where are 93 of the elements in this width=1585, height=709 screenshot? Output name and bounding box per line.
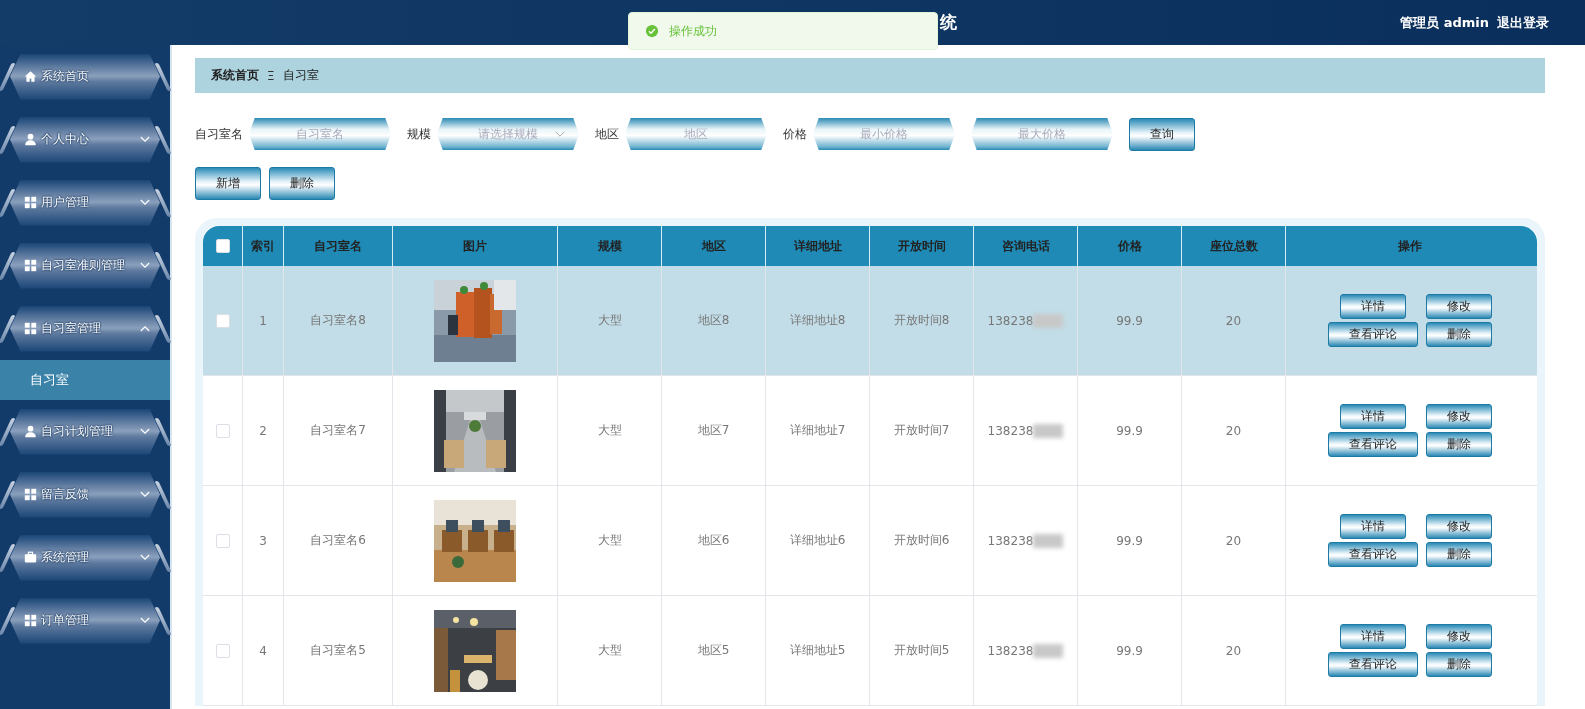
row-action-button[interactable]: 修改 xyxy=(1425,624,1492,649)
row-action-button[interactable]: 查看评论 xyxy=(1327,542,1418,567)
table-cell: 20 xyxy=(1225,533,1242,548)
grid-icon xyxy=(24,488,37,501)
row-action-button[interactable]: 详情 xyxy=(1339,404,1406,429)
table-cell: 自习室名7 xyxy=(310,422,366,439)
table-cell: 20 xyxy=(1225,643,1242,658)
row-checkbox[interactable] xyxy=(215,423,230,438)
column-header: 操作 xyxy=(1396,237,1423,255)
system-title: 统 xyxy=(940,11,957,34)
table-cell: 开放时间5 xyxy=(893,642,950,659)
table-cell: 地区7 xyxy=(697,422,730,439)
row-action-button[interactable]: 删除 xyxy=(1425,322,1492,347)
breadcrumb-link[interactable]: 系统首页 xyxy=(211,67,259,84)
table-cell: 3 xyxy=(259,533,267,548)
table-cell: 99.9 xyxy=(1116,643,1143,658)
table-cell: 4 xyxy=(259,643,267,658)
table-cell: 138238 xyxy=(987,533,1034,548)
table-cell: 开放时间7 xyxy=(893,422,950,439)
table-cell: 地区6 xyxy=(697,532,730,549)
row-action-button[interactable]: 详情 xyxy=(1339,294,1406,319)
grid-icon xyxy=(24,196,37,209)
table-cell: 大型 xyxy=(597,642,622,659)
table-cell: 详细地址8 xyxy=(789,312,846,329)
grid-icon xyxy=(24,614,37,627)
person-icon xyxy=(24,425,37,438)
row-action-button[interactable]: 删除 xyxy=(1425,542,1492,567)
row-action-button[interactable]: 修改 xyxy=(1425,514,1492,539)
search-button[interactable]: 查询 xyxy=(1129,117,1195,151)
row-checkbox[interactable] xyxy=(215,643,230,658)
table-cell: 99.9 xyxy=(1116,533,1143,548)
row-checkbox[interactable] xyxy=(215,533,230,548)
row-action-button[interactable]: 查看评论 xyxy=(1327,432,1418,457)
table-cell: 详细地址7 xyxy=(789,422,846,439)
table-cell: 自习室名8 xyxy=(310,312,366,329)
table-cell: 20 xyxy=(1225,313,1242,328)
table-cell: 详细地址5 xyxy=(789,642,846,659)
row-action-button[interactable]: 查看评论 xyxy=(1327,322,1418,347)
row-action-button[interactable]: 详情 xyxy=(1339,624,1406,649)
table-cell: 地区5 xyxy=(697,642,730,659)
row-action-button[interactable]: 查看评论 xyxy=(1327,652,1418,677)
table-row[interactable]: 1 自习室名8 大型 地区8 详细地址8 开放时间8 138238 99.9 20 详情 修改 查看评论 删除 xyxy=(203,266,1537,376)
grid-icon xyxy=(24,259,37,272)
row-action-button[interactable]: 修改 xyxy=(1425,294,1492,319)
input-field[interactable]: 自习室名 xyxy=(249,118,391,150)
input-field[interactable]: 地区 xyxy=(625,118,767,150)
breadcrumb-separator: Ξ xyxy=(267,68,275,83)
row-action-button[interactable]: 删除 xyxy=(1425,432,1492,457)
grid-icon xyxy=(24,322,37,335)
field-label: 地区 xyxy=(595,125,619,143)
table-cell: 开放时间6 xyxy=(893,532,950,549)
table-cell: 99.9 xyxy=(1116,313,1143,328)
action-button[interactable]: 新增 xyxy=(195,167,261,200)
briefcase-icon xyxy=(24,551,37,564)
table-cell: 20 xyxy=(1225,423,1242,438)
toast-message: 操作成功 xyxy=(669,22,717,40)
table-cell: 详细地址6 xyxy=(789,532,846,549)
action-button[interactable]: 删除 xyxy=(269,167,335,200)
field-label: 规模 xyxy=(407,125,431,143)
row-action-button[interactable]: 删除 xyxy=(1425,652,1492,677)
row-action-button[interactable]: 修改 xyxy=(1425,404,1492,429)
table-cell: 2 xyxy=(259,423,267,438)
table-cell: 开放时间8 xyxy=(893,312,950,329)
person-icon xyxy=(24,133,37,146)
input-field[interactable]: 最小价格 xyxy=(813,118,955,150)
table-row[interactable]: 3 自习室名6 大型 地区6 详细地址6 开放时间6 138238 99.9 20 详情 修改 查看评论 删除 xyxy=(203,486,1537,596)
logout-link[interactable]: 退出登录 xyxy=(1497,13,1549,32)
chevron-icon xyxy=(555,130,565,138)
table-cell: 138238 xyxy=(987,643,1034,658)
field-label: 自习室名 xyxy=(195,125,243,143)
table-cell: 大型 xyxy=(597,312,622,329)
table-cell: 138238 xyxy=(987,313,1034,328)
check-circle-icon xyxy=(645,24,659,38)
select-all-checkbox[interactable] xyxy=(215,239,230,253)
table-row[interactable]: 4 自习室名5 大型 地区5 详细地址5 开放时间5 138238 99.9 20 详情 修改 查看评论 删除 xyxy=(203,596,1537,706)
user-label: 管理员 admin xyxy=(1400,13,1489,32)
row-action-button[interactable]: 详情 xyxy=(1339,514,1406,539)
field-label: 价格 xyxy=(783,125,807,143)
select-field[interactable]: 请选择规模 xyxy=(437,118,579,150)
submenu-item[interactable]: 自习室 xyxy=(0,360,170,400)
table-cell: 大型 xyxy=(597,422,622,439)
row-checkbox[interactable] xyxy=(215,313,230,328)
table-cell: 99.9 xyxy=(1116,423,1143,438)
table-cell: 地区8 xyxy=(697,312,730,329)
table-cell: 大型 xyxy=(597,532,622,549)
table-cell: 自习室名6 xyxy=(310,532,366,549)
table-cell: 138238 xyxy=(987,423,1034,438)
breadcrumb-link[interactable]: 自习室 xyxy=(282,67,319,84)
home-icon xyxy=(24,70,37,83)
table-cell: 自习室名5 xyxy=(310,642,366,659)
input-field[interactable]: 最大价格 xyxy=(971,118,1113,150)
table-row[interactable]: 2 自习室名7 大型 地区7 详细地址7 开放时间7 138238 99.9 20 详情 修改 查看评论 删除 xyxy=(203,376,1537,486)
table-cell: 1 xyxy=(259,313,267,328)
